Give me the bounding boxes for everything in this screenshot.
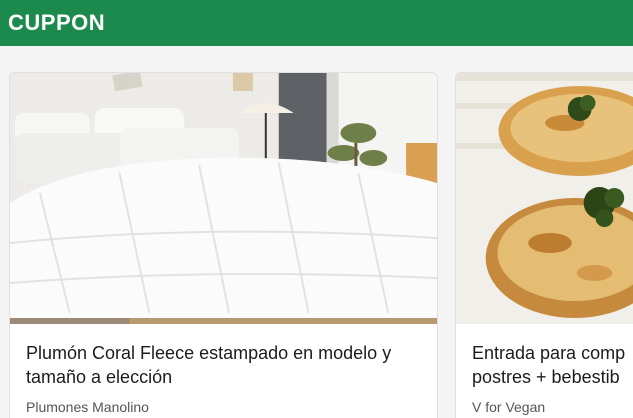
merchant-name: V for Vegan [472, 399, 546, 415]
white-duvet-bedroom-image[interactable] [10, 73, 437, 324]
deal-title-line: Entrada para comp [472, 343, 626, 363]
deal-card[interactable]: Entrada para comp postres + bebestib V f… [455, 72, 633, 418]
merchant-name: Plumones Manolino [26, 399, 149, 415]
deal-card[interactable]: Plumón Coral Fleece estampado en modelo … [9, 72, 438, 418]
deal-title[interactable]: Plumón Coral Fleece estampado en modelo … [26, 341, 427, 389]
deal-title[interactable]: Entrada para comp postres + bebestib [472, 341, 633, 389]
deal-title-line: postres + bebestib [472, 367, 620, 387]
deal-carousel: Plumón Coral Fleece estampado en modelo … [0, 46, 633, 418]
vegan-food-image[interactable] [456, 73, 633, 324]
site-header: CUPPON [0, 0, 633, 46]
logo[interactable]: CUPPON [8, 10, 105, 36]
